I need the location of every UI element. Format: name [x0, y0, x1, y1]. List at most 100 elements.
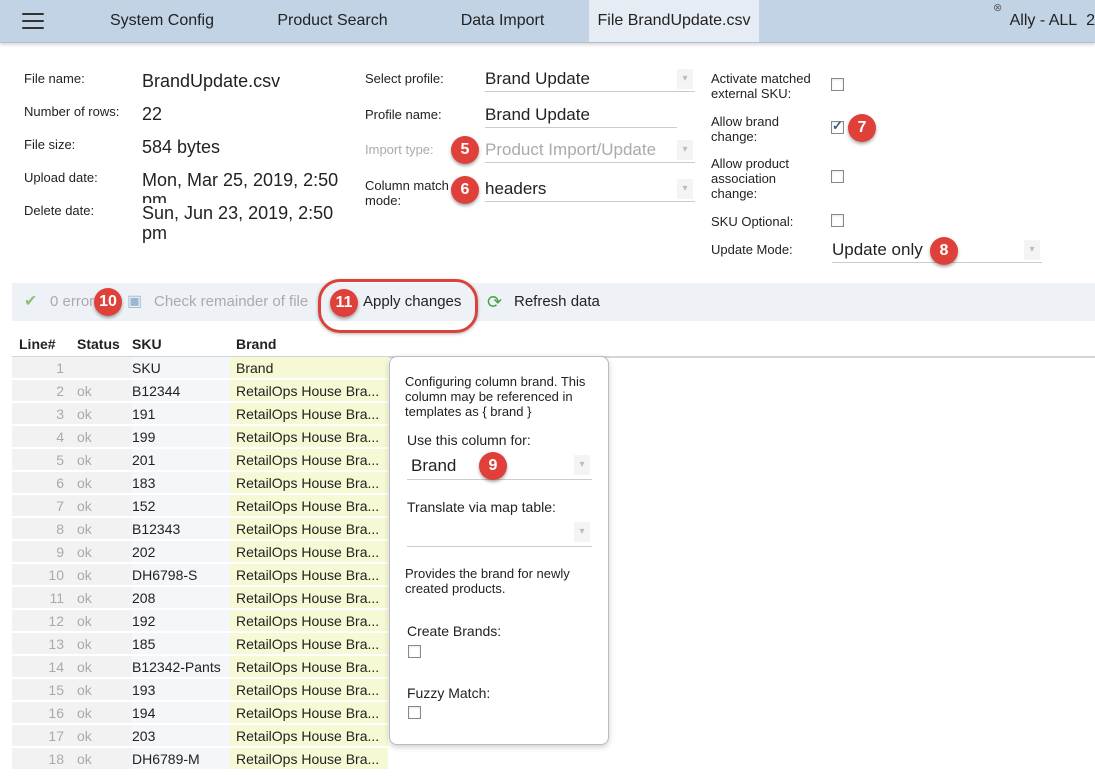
cell-brand: RetailOps House Bra...: [230, 380, 388, 402]
translate-dropdown[interactable]: ▾: [407, 520, 592, 547]
cell-status: ok: [72, 449, 132, 471]
cell-brand: RetailOps House Bra...: [230, 472, 388, 494]
cell-sku: 192: [132, 610, 242, 632]
cell-line: 17: [12, 725, 72, 747]
close-icon[interactable]: ⊗: [993, 1, 1002, 14]
cell-brand: RetailOps House Bra...: [230, 679, 388, 701]
cell-sku: B12342-Pants: [132, 656, 242, 678]
column-config-popover: Configuring column brand. This column ma…: [389, 356, 609, 745]
cell-brand: Brand: [230, 357, 388, 379]
tab-system-config[interactable]: System Config: [92, 0, 232, 42]
cell-status: [72, 357, 132, 379]
cell-status: ok: [72, 518, 132, 540]
cell-status: ok: [72, 587, 132, 609]
chevron-down-icon: ▾: [677, 179, 693, 199]
cell-line: 4: [12, 426, 72, 448]
cell-brand: RetailOps House Bra...: [230, 564, 388, 586]
header-sku[interactable]: SKU: [132, 336, 162, 352]
annotation-badge-11: 11: [330, 289, 358, 317]
select-profile-dropdown[interactable]: Brand Update ▾: [485, 67, 695, 92]
chevron-down-icon: ▾: [677, 69, 693, 89]
allow-brand-checkbox[interactable]: [831, 118, 844, 134]
tab-data-import[interactable]: Data Import: [440, 0, 565, 42]
cell-brand: RetailOps House Bra...: [230, 403, 388, 425]
sku-optional-checkbox[interactable]: [831, 214, 844, 227]
account-name: Ally - ALL: [1009, 12, 1078, 29]
cell-line: 9: [12, 541, 72, 563]
translate-label: Translate via map table:: [407, 499, 556, 515]
cell-status: ok: [72, 541, 132, 563]
cell-sku: 203: [132, 725, 242, 747]
account-switcher[interactable]: Ally - ALL 2: [1010, 12, 1095, 30]
cell-status: ok: [72, 380, 132, 402]
cell-brand: RetailOps House Bra...: [230, 541, 388, 563]
import-type-label: Import type:: [365, 142, 434, 157]
cell-status: ok: [72, 679, 132, 701]
annotation-badge-9: 9: [479, 452, 507, 480]
cell-sku: B12343: [132, 518, 242, 540]
cell-brand: RetailOps House Bra...: [230, 702, 388, 724]
update-mode-value: Update only: [832, 240, 923, 259]
cell-brand: RetailOps House Bra...: [230, 495, 388, 517]
column-match-label: Column match mode:: [365, 178, 449, 208]
file-name-value: BrandUpdate.csv: [142, 71, 281, 91]
import-type-value: Product Import/Update: [485, 140, 657, 159]
chevron-down-icon: ▾: [1024, 240, 1040, 260]
refresh-data-button[interactable]: Refresh data: [514, 283, 600, 321]
annotation-badge-10: 10: [94, 288, 122, 316]
cell-sku: DH6798-S: [132, 564, 242, 586]
refresh-icon[interactable]: ⟳: [487, 283, 502, 321]
cell-sku: SKU: [132, 357, 242, 379]
upload-date-value: Mon, Mar 25, 2019, 2:50 pm: [142, 170, 339, 210]
table-row[interactable]: 18 ok DH6789-M RetailOps House Bra...: [12, 748, 1095, 771]
cell-sku: B12344: [132, 380, 242, 402]
create-brands-label: Create Brands:: [407, 623, 502, 639]
cell-line: 1: [12, 357, 72, 379]
create-brands-checkbox[interactable]: [408, 645, 421, 658]
annotation-badge-7: 7: [848, 114, 876, 142]
table-header: Line# Status SKU Brand: [12, 333, 1095, 358]
hamburger-menu-icon[interactable]: [22, 13, 44, 29]
cell-status: ok: [72, 610, 132, 632]
cell-sku: 191: [132, 403, 242, 425]
cell-line: 13: [12, 633, 72, 655]
cell-line: 2: [12, 380, 72, 402]
activate-sku-checkbox[interactable]: [831, 78, 844, 91]
rows-value: 22: [142, 104, 163, 124]
column-match-dropdown[interactable]: headers ▾: [485, 177, 695, 202]
cell-brand: RetailOps House Bra...: [230, 610, 388, 632]
allow-assoc-label: Allow product association change:: [711, 156, 790, 201]
annotation-badge-6: 6: [451, 176, 479, 204]
fuzzy-match-checkbox[interactable]: [408, 706, 421, 719]
cell-line: 10: [12, 564, 72, 586]
cell-line: 12: [12, 610, 72, 632]
update-mode-label: Update Mode:: [711, 242, 793, 257]
use-column-label: Use this column for:: [407, 432, 531, 448]
header-brand[interactable]: Brand: [236, 336, 276, 352]
chevron-down-icon: ▾: [574, 455, 590, 475]
cell-line: 11: [12, 587, 72, 609]
top-nav-bar: System Config Product Search Data Import…: [0, 0, 1095, 43]
profile-name-label: Profile name:: [365, 107, 442, 122]
cell-status: ok: [72, 495, 132, 517]
cell-line: 16: [12, 702, 72, 724]
fuzzy-match-label: Fuzzy Match:: [407, 685, 491, 701]
cell-line: 3: [12, 403, 72, 425]
cell-brand: RetailOps House Bra...: [230, 449, 388, 471]
cell-line: 7: [12, 495, 72, 517]
tab-file-brandupdate[interactable]: File BrandUpdate.csv: [589, 0, 759, 42]
tab-product-search[interactable]: Product Search: [260, 0, 405, 42]
cell-status: ok: [72, 748, 132, 770]
check-remainder-button[interactable]: Check remainder of file: [154, 283, 308, 321]
cell-status: ok: [72, 725, 132, 747]
file-size-value: 584 bytes: [142, 137, 221, 157]
check-file-icon: ▣: [127, 293, 143, 310]
column-match-value: headers: [485, 179, 547, 198]
profile-name-input[interactable]: Brand Update: [485, 103, 677, 128]
file-size-label: File size:: [24, 137, 76, 152]
cell-brand: RetailOps House Bra...: [230, 725, 388, 747]
sku-optional-label: SKU Optional:: [711, 214, 794, 229]
cell-brand: RetailOps House Bra...: [230, 748, 388, 770]
cell-line: 5: [12, 449, 72, 471]
allow-assoc-checkbox[interactable]: [831, 170, 844, 183]
